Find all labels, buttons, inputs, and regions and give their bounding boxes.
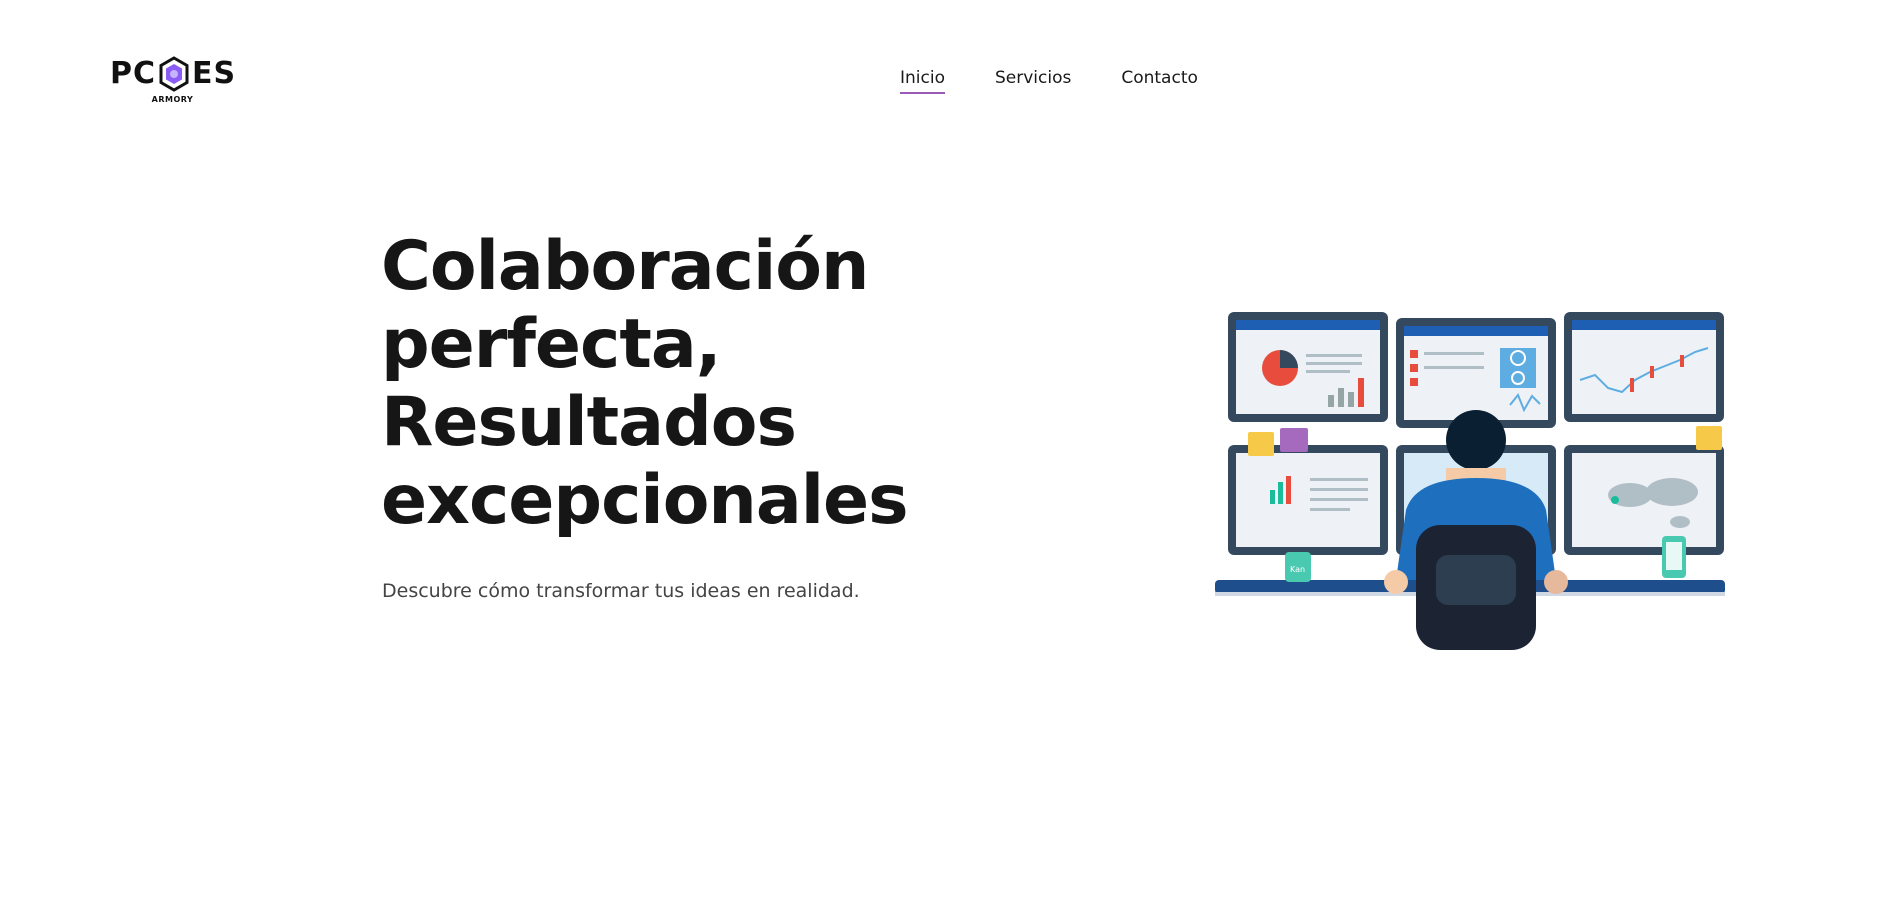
- hero-subtitle: Descubre cómo transformar tus ideas en r…: [382, 580, 860, 602]
- brand-tagline: ARMORY: [151, 95, 194, 104]
- hexagon-logo-icon: [159, 56, 189, 92]
- brand-logo[interactable]: PC ES ARMORY: [110, 54, 235, 110]
- nav-item-servicios[interactable]: Servicios: [995, 68, 1071, 94]
- main-nav: Inicio Servicios Contacto: [900, 68, 1198, 94]
- nav-item-contacto[interactable]: Contacto: [1121, 68, 1198, 94]
- hero-title-line: Colaboración: [381, 227, 869, 306]
- hero-title-line: Resultados: [381, 383, 797, 462]
- mug: Kan: [1285, 552, 1311, 582]
- monitor-bottom-left: [1228, 445, 1388, 555]
- phone-screen: [1666, 542, 1682, 570]
- analyst-multi-monitor-illustration: Kan: [1215, 312, 1725, 650]
- site-header: PC ES ARMORY Inicio Servicios Contacto: [0, 0, 1902, 140]
- sticky-note: [1696, 426, 1722, 450]
- hero-title: Colaboración perfecta, Resultados excepc…: [381, 228, 981, 540]
- monitor-bottom-right: [1564, 445, 1724, 555]
- sticky-note: [1248, 432, 1274, 456]
- monitor-top-left: [1228, 312, 1388, 422]
- nav-item-inicio[interactable]: Inicio: [900, 68, 945, 94]
- monitor-top-right: [1564, 312, 1724, 422]
- sticky-note: [1280, 428, 1308, 452]
- svg-text:Kan: Kan: [1290, 565, 1305, 574]
- hero-title-line: perfecta,: [381, 305, 722, 384]
- hero-title-line: excepcionales: [381, 461, 909, 540]
